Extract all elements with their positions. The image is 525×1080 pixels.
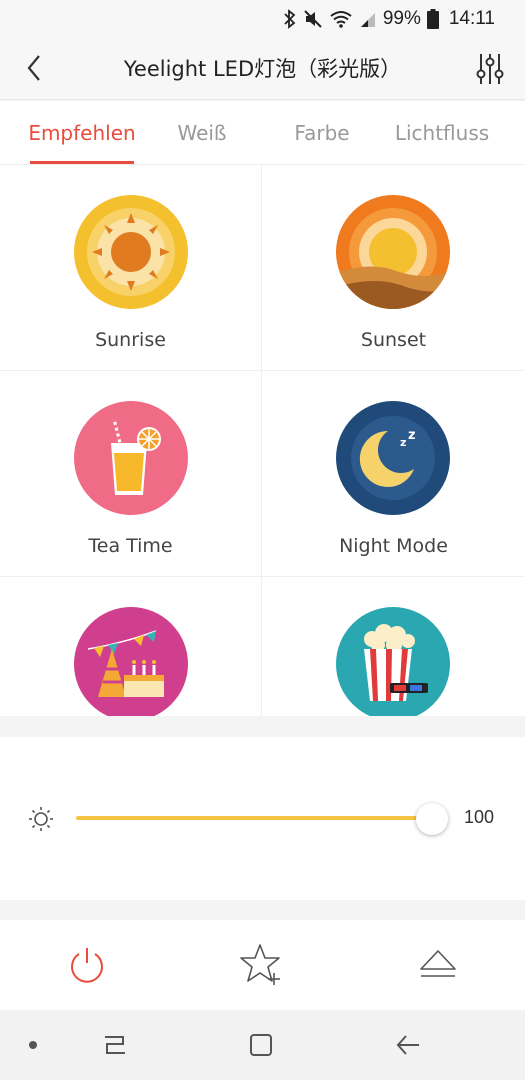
party-icon bbox=[74, 607, 188, 716]
bluetooth-icon bbox=[284, 9, 296, 29]
recent-apps-button[interactable] bbox=[100, 1030, 130, 1060]
sunset-icon bbox=[336, 195, 450, 309]
mute-icon bbox=[304, 10, 322, 28]
sun-icon bbox=[29, 807, 53, 831]
app-header: Yeelight LED灯泡（彩光版） bbox=[0, 38, 525, 100]
eject-icon bbox=[420, 950, 456, 977]
chevron-left-icon bbox=[27, 55, 40, 81]
favorite-add-icon bbox=[240, 944, 280, 985]
scene-party[interactable] bbox=[0, 577, 262, 716]
scene-label: Tea Time bbox=[88, 535, 173, 557]
scene-grid: Sunrise Sunset Tea Time z z Night Mode bbox=[0, 165, 525, 716]
nav-dot bbox=[18, 1030, 48, 1060]
section-divider bbox=[0, 716, 525, 737]
svg-text:z: z bbox=[408, 428, 416, 443]
recent-apps-icon bbox=[105, 1036, 125, 1054]
section-divider bbox=[0, 900, 525, 920]
scene-sunset[interactable]: Sunset bbox=[262, 165, 525, 371]
scene-label: Sunrise bbox=[95, 329, 166, 351]
battery-icon bbox=[426, 9, 439, 29]
power-icon bbox=[71, 948, 103, 983]
battery-percent: 99% bbox=[382, 8, 421, 29]
dot-icon bbox=[29, 1041, 37, 1049]
back-nav-button[interactable] bbox=[393, 1030, 423, 1060]
system-nav-bar bbox=[0, 1010, 525, 1080]
home-button[interactable] bbox=[246, 1030, 276, 1060]
scene-label: Night Mode bbox=[339, 535, 448, 557]
eject-button[interactable] bbox=[414, 941, 462, 989]
scene-movie[interactable] bbox=[262, 577, 525, 716]
bottom-action-bar bbox=[0, 920, 525, 1010]
scene-night-mode[interactable]: z z Night Mode bbox=[262, 371, 525, 577]
home-icon bbox=[250, 1034, 272, 1056]
sunrise-icon bbox=[74, 195, 188, 309]
back-button[interactable] bbox=[16, 50, 52, 86]
scene-tea-time[interactable]: Tea Time bbox=[0, 371, 262, 577]
add-favorite-button[interactable] bbox=[238, 941, 286, 989]
tab-farbe[interactable]: Farbe bbox=[272, 101, 372, 165]
svg-text:z: z bbox=[400, 436, 406, 449]
tab-empfehlen[interactable]: Empfehlen bbox=[22, 101, 142, 165]
wifi-icon bbox=[330, 11, 352, 28]
brightness-slider-thumb[interactable] bbox=[416, 803, 448, 835]
tab-lichtfluss[interactable]: Lichtfluss bbox=[382, 101, 502, 165]
scene-sunrise[interactable]: Sunrise bbox=[0, 165, 262, 371]
back-arrow-icon bbox=[396, 1035, 419, 1055]
night-mode-icon: z z bbox=[336, 401, 450, 515]
tab-bar: Empfehlen Weiß Farbe Lichtfluss bbox=[0, 101, 525, 165]
tab-weiss[interactable]: Weiß bbox=[152, 101, 252, 165]
movie-icon bbox=[336, 607, 450, 716]
power-button[interactable] bbox=[63, 941, 111, 989]
brightness-value: 100 bbox=[464, 807, 495, 827]
active-tab-indicator bbox=[30, 161, 134, 164]
settings-button[interactable] bbox=[475, 52, 509, 86]
sliders-icon bbox=[476, 54, 504, 84]
clock: 14:11 bbox=[448, 8, 495, 29]
signal-icon bbox=[360, 13, 375, 27]
tea-time-icon bbox=[74, 401, 188, 515]
brightness-panel: 100 bbox=[0, 737, 525, 900]
scene-label: Sunset bbox=[360, 329, 427, 351]
status-bar: 99% 14:11 bbox=[0, 0, 525, 38]
page-title: Yeelight LED灯泡（彩光版） bbox=[123, 57, 402, 81]
brightness-slider-track[interactable] bbox=[76, 816, 432, 820]
